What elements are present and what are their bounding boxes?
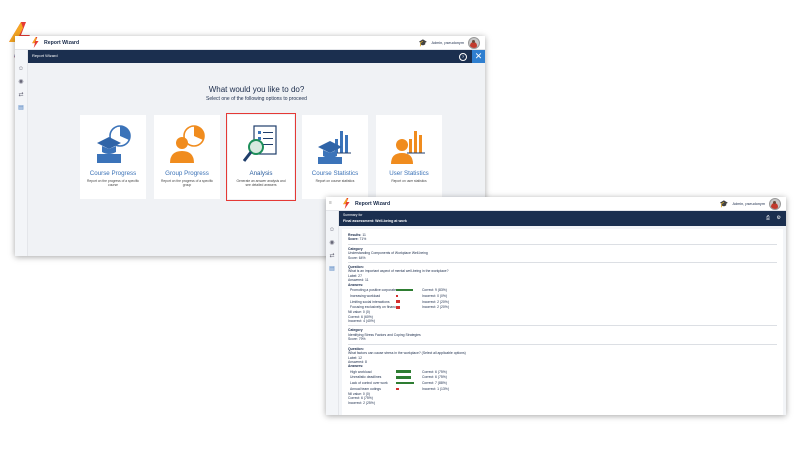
- answer-result: Incorrect: 2 (20%): [422, 299, 449, 304]
- score-value: 71%: [359, 237, 367, 242]
- report-area: Results: 11 Score: 71% Category Understa…: [339, 226, 786, 415]
- answers-label: Answers:: [348, 282, 364, 287]
- user-icon[interactable]: ☺: [15, 66, 27, 72]
- option-cards: Course Progress Report on the progress o…: [80, 113, 442, 201]
- group-progress-card[interactable]: Group Progress Report on the progress of…: [154, 115, 220, 199]
- answer-text: Promoting a positive corporate culture: [350, 287, 396, 292]
- results-label: Results:: [348, 233, 362, 237]
- app-title: Report Wizard: [355, 200, 391, 207]
- user-icon[interactable]: ☺: [326, 227, 338, 233]
- help-icon[interactable]: ?: [459, 53, 467, 61]
- app-logo-icon: [343, 198, 350, 209]
- question-label: Question:: [348, 346, 364, 351]
- results-value: 11: [362, 233, 366, 237]
- answer-text: Annual team outings: [350, 387, 381, 391]
- share-icon[interactable]: ⇄: [326, 252, 338, 259]
- answer-bar: [396, 382, 414, 385]
- summary-label: Summary for: [343, 213, 363, 217]
- card-title: Course Statistics: [311, 170, 359, 177]
- group-progress-icon: [170, 125, 205, 163]
- share-icon[interactable]: ⇄: [15, 91, 27, 98]
- menu-icon[interactable]: ≡: [329, 200, 332, 206]
- card-description: Generate an answer analysis and see deta…: [236, 179, 286, 188]
- answer-result: Correct: 9 (83%): [421, 287, 447, 292]
- answer-result: Correct: 7 (88%): [421, 381, 447, 386]
- left-sidebar: ☺ ◉ ⇄ ▤: [326, 211, 339, 415]
- title-bar: Report Wizard 🎓 Admin, pseudonym: [15, 36, 485, 50]
- summary-title: Final assessment: Well-being at work: [343, 218, 407, 223]
- course-statistics-card[interactable]: Course Statistics Report on course stati…: [302, 115, 368, 199]
- answer-text: Focusing exclusively on financial reward…: [350, 305, 396, 310]
- card-description: Report on the progress of a specific cou…: [86, 179, 140, 188]
- card-description: Report on the progress of a specific gro…: [160, 179, 214, 188]
- category-score: Score: 64%: [348, 255, 366, 260]
- app-title: Report Wizard: [44, 39, 80, 46]
- report-icon[interactable]: ▤: [326, 265, 338, 272]
- globe-icon[interactable]: ◉: [326, 239, 338, 246]
- card-description: Report on course statistics: [315, 179, 355, 183]
- report-icon[interactable]: ▤: [15, 104, 27, 111]
- category-label: Category: [348, 246, 363, 251]
- answer-bar: [396, 370, 411, 373]
- answer-result: Incorrect: 2 (20%): [422, 305, 449, 310]
- report-summary-window: ≡ Report Wizard 🎓 Admin, pseudonym ☺ ◉ ⇄…: [326, 197, 786, 415]
- answer-list: High workload Correct: 6 (75%) Unrealistic…: [348, 369, 777, 392]
- settings-icon[interactable]: ⚙: [777, 215, 781, 221]
- user-statistics-icon: [391, 131, 425, 164]
- avatar[interactable]: [468, 37, 480, 49]
- answers-label: Answers:: [348, 364, 364, 369]
- card-title: Course Progress: [89, 170, 137, 177]
- card-description: Report on user statistics: [391, 179, 427, 183]
- graduation-cap-icon[interactable]: 🎓: [720, 201, 729, 208]
- app-logo-icon: [32, 37, 39, 48]
- answer-result: Correct: 6 (75%): [422, 369, 447, 374]
- nav-bar: Report Wizard ? ✕: [28, 50, 485, 63]
- course-statistics-icon: [318, 131, 351, 164]
- category-label: Category: [348, 328, 363, 333]
- title-bar: ≡ Report Wizard 🎓 Admin, pseudonym: [326, 197, 786, 211]
- answer-text: Lack of control over work: [350, 381, 388, 386]
- user-name[interactable]: Admin, pseudonym: [732, 202, 765, 206]
- close-button[interactable]: ✕: [472, 50, 485, 63]
- answer-text: High workload: [350, 369, 372, 374]
- left-sidebar: ☺ ◉ ⇄ ▤: [15, 50, 28, 256]
- report-sheet: Results: 11 Score: 71% Category Understa…: [342, 229, 783, 415]
- answer-bar: [396, 387, 399, 391]
- print-icon[interactable]: ⎙: [766, 215, 770, 221]
- summary-header: Summary for Final assessment: Well-being…: [339, 211, 786, 226]
- answer-bar: [396, 288, 413, 292]
- answer-text: Limiting social interactions: [350, 299, 390, 304]
- card-title: Group Progress: [165, 170, 209, 177]
- course-progress-card[interactable]: Course Progress Report on the progress o…: [80, 115, 146, 199]
- answer-text: Unrealistic deadlines: [350, 375, 382, 380]
- avatar[interactable]: [769, 198, 781, 210]
- category-score: Score: 79%: [348, 337, 366, 342]
- course-progress-icon: [97, 125, 131, 163]
- answer-list: Promoting a positive corporate culture Co…: [348, 287, 777, 310]
- card-title: User Statistics: [389, 170, 429, 177]
- card-title: Analysis: [249, 170, 273, 177]
- score-label: Score:: [348, 237, 359, 242]
- answer-bar: [396, 294, 398, 297]
- answer-bar: [396, 376, 411, 379]
- analysis-card[interactable]: Analysis Generate an answer analysis and…: [226, 113, 296, 201]
- page-heading: What would you like to do?: [208, 85, 305, 94]
- nav-title: Report Wizard: [32, 53, 58, 58]
- question-stats: Incorrect: 2 (25%): [348, 400, 375, 405]
- user-statistics-card[interactable]: User Statistics Report on user statistic…: [376, 115, 442, 199]
- answer-result: Incorrect: 0 (0%): [422, 293, 448, 298]
- answer-bar: [396, 300, 400, 303]
- answer-bar: [396, 306, 400, 309]
- user-name[interactable]: Admin, pseudonym: [431, 41, 464, 45]
- question-stats: Incorrect: 4 (40%): [348, 319, 375, 324]
- answer-result: Correct: 6 (75%): [422, 375, 447, 380]
- graduation-cap-icon[interactable]: 🎓: [419, 40, 428, 47]
- question-label: Question:: [348, 265, 364, 270]
- answer-text: Increasing workload: [350, 293, 381, 298]
- page-subheading: Select one of the following options to p…: [206, 96, 307, 102]
- answer-result: Incorrect: 1 (13%): [422, 387, 449, 391]
- analysis-icon: [243, 125, 277, 162]
- globe-icon[interactable]: ◉: [15, 78, 27, 85]
